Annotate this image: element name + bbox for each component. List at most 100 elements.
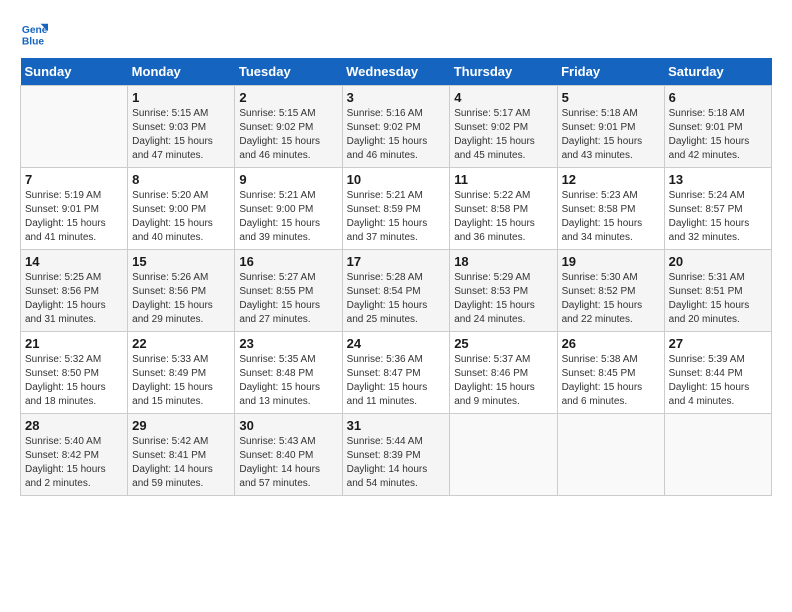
calendar-cell: 4 Sunrise: 5:17 AM Sunset: 9:02 PM Daylig… bbox=[450, 86, 557, 168]
calendar-cell: 1Sunrise: 5:15 AM Sunset: 9:03 PM Daylig… bbox=[128, 86, 235, 168]
calendar-cell bbox=[450, 414, 557, 496]
weekday-header-thursday: Thursday bbox=[450, 58, 557, 86]
calendar-cell: 8 Sunrise: 5:20 AM Sunset: 9:00 PM Daylig… bbox=[128, 168, 235, 250]
calendar-cell: 25Sunrise: 5:37 AM Sunset: 8:46 PM Dayli… bbox=[450, 332, 557, 414]
day-number: 13 bbox=[669, 172, 767, 187]
calendar-cell: 24Sunrise: 5:36 AM Sunset: 8:47 PM Dayli… bbox=[342, 332, 450, 414]
day-info: Sunrise: 5:43 AM Sunset: 8:40 PM Dayligh… bbox=[239, 435, 337, 491]
calendar-table: SundayMondayTuesdayWednesdayThursdayFrid… bbox=[20, 58, 772, 496]
day-number: 11 bbox=[454, 172, 552, 187]
day-info: Sunrise: 5:15 AM Sunset: 9:02 PM Dayligh… bbox=[239, 107, 337, 163]
calendar-cell: 23Sunrise: 5:35 AM Sunset: 8:48 PM Dayli… bbox=[235, 332, 342, 414]
day-number: 7 bbox=[25, 172, 123, 187]
calendar-cell: 22 Sunrise: 5:33 AM Sunset: 8:49 PM Dayli… bbox=[128, 332, 235, 414]
calendar-cell: 7Sunrise: 5:19 AM Sunset: 9:01 PM Daylig… bbox=[21, 168, 128, 250]
day-info: Sunrise: 5:35 AM Sunset: 8:48 PM Dayligh… bbox=[239, 353, 337, 409]
header: General Blue bbox=[20, 20, 772, 48]
day-info: Sunrise: 5:21 AM Sunset: 9:00 PM Dayligh… bbox=[239, 189, 337, 245]
svg-text:Blue: Blue bbox=[22, 36, 45, 47]
day-number: 17 bbox=[347, 254, 446, 269]
day-number: 18 bbox=[454, 254, 552, 269]
weekday-header-sunday: Sunday bbox=[21, 58, 128, 86]
day-number: 22 bbox=[132, 336, 230, 351]
calendar-cell: 18 Sunrise: 5:29 AM Sunset: 8:53 PM Dayli… bbox=[450, 250, 557, 332]
calendar-cell: 27 Sunrise: 5:39 AM Sunset: 8:44 PM Dayli… bbox=[664, 332, 771, 414]
day-info: Sunrise: 5:39 AM Sunset: 8:44 PM Dayligh… bbox=[669, 353, 767, 409]
day-number: 20 bbox=[669, 254, 767, 269]
day-info: Sunrise: 5:22 AM Sunset: 8:58 PM Dayligh… bbox=[454, 189, 552, 245]
calendar-cell bbox=[664, 414, 771, 496]
day-info: Sunrise: 5:28 AM Sunset: 8:54 PM Dayligh… bbox=[347, 271, 446, 327]
weekday-header-tuesday: Tuesday bbox=[235, 58, 342, 86]
calendar-week-row: 14 Sunrise: 5:25 AM Sunset: 8:56 PM Dayli… bbox=[21, 250, 772, 332]
calendar-cell: 10 Sunrise: 5:21 AM Sunset: 8:59 PM Dayli… bbox=[342, 168, 450, 250]
day-number: 3 bbox=[347, 90, 446, 105]
day-number: 10 bbox=[347, 172, 446, 187]
day-number: 29 bbox=[132, 418, 230, 433]
calendar-cell: 5 Sunrise: 5:18 AM Sunset: 9:01 PM Daylig… bbox=[557, 86, 664, 168]
day-number: 15 bbox=[132, 254, 230, 269]
day-info: Sunrise: 5:33 AM Sunset: 8:49 PM Dayligh… bbox=[132, 353, 230, 409]
day-info: Sunrise: 5:44 AM Sunset: 8:39 PM Dayligh… bbox=[347, 435, 446, 491]
day-number: 12 bbox=[562, 172, 660, 187]
calendar-cell: 12 Sunrise: 5:23 AM Sunset: 8:58 PM Dayli… bbox=[557, 168, 664, 250]
calendar-cell: 17 Sunrise: 5:28 AM Sunset: 8:54 PM Dayli… bbox=[342, 250, 450, 332]
day-number: 31 bbox=[347, 418, 446, 433]
day-info: Sunrise: 5:25 AM Sunset: 8:56 PM Dayligh… bbox=[25, 271, 123, 327]
day-info: Sunrise: 5:17 AM Sunset: 9:02 PM Dayligh… bbox=[454, 107, 552, 163]
calendar-week-row: 1Sunrise: 5:15 AM Sunset: 9:03 PM Daylig… bbox=[21, 86, 772, 168]
day-info: Sunrise: 5:16 AM Sunset: 9:02 PM Dayligh… bbox=[347, 107, 446, 163]
day-info: Sunrise: 5:26 AM Sunset: 8:56 PM Dayligh… bbox=[132, 271, 230, 327]
calendar-week-row: 28 Sunrise: 5:40 AM Sunset: 8:42 PM Dayli… bbox=[21, 414, 772, 496]
calendar-cell: 2 Sunrise: 5:15 AM Sunset: 9:02 PM Daylig… bbox=[235, 86, 342, 168]
day-info: Sunrise: 5:15 AM Sunset: 9:03 PM Dayligh… bbox=[132, 107, 230, 163]
day-info: Sunrise: 5:30 AM Sunset: 8:52 PM Dayligh… bbox=[562, 271, 660, 327]
calendar-cell: 3 Sunrise: 5:16 AM Sunset: 9:02 PM Daylig… bbox=[342, 86, 450, 168]
calendar-cell: 16 Sunrise: 5:27 AM Sunset: 8:55 PM Dayli… bbox=[235, 250, 342, 332]
day-info: Sunrise: 5:32 AM Sunset: 8:50 PM Dayligh… bbox=[25, 353, 123, 409]
day-number: 24 bbox=[347, 336, 446, 351]
weekday-header-friday: Friday bbox=[557, 58, 664, 86]
calendar-header-row: SundayMondayTuesdayWednesdayThursdayFrid… bbox=[21, 58, 772, 86]
logo: General Blue bbox=[20, 20, 52, 48]
day-number: 14 bbox=[25, 254, 123, 269]
weekday-header-wednesday: Wednesday bbox=[342, 58, 450, 86]
day-number: 28 bbox=[25, 418, 123, 433]
day-number: 6 bbox=[669, 90, 767, 105]
calendar-cell: 14 Sunrise: 5:25 AM Sunset: 8:56 PM Dayli… bbox=[21, 250, 128, 332]
day-info: Sunrise: 5:37 AM Sunset: 8:46 PM Dayligh… bbox=[454, 353, 552, 409]
calendar-cell: 15 Sunrise: 5:26 AM Sunset: 8:56 PM Dayli… bbox=[128, 250, 235, 332]
day-info: Sunrise: 5:29 AM Sunset: 8:53 PM Dayligh… bbox=[454, 271, 552, 327]
day-info: Sunrise: 5:18 AM Sunset: 9:01 PM Dayligh… bbox=[562, 107, 660, 163]
day-info: Sunrise: 5:38 AM Sunset: 8:45 PM Dayligh… bbox=[562, 353, 660, 409]
day-info: Sunrise: 5:20 AM Sunset: 9:00 PM Dayligh… bbox=[132, 189, 230, 245]
calendar-week-row: 7Sunrise: 5:19 AM Sunset: 9:01 PM Daylig… bbox=[21, 168, 772, 250]
calendar-cell: 28 Sunrise: 5:40 AM Sunset: 8:42 PM Dayli… bbox=[21, 414, 128, 496]
calendar-cell: 9 Sunrise: 5:21 AM Sunset: 9:00 PM Daylig… bbox=[235, 168, 342, 250]
calendar-cell: 20Sunrise: 5:31 AM Sunset: 8:51 PM Dayli… bbox=[664, 250, 771, 332]
day-number: 27 bbox=[669, 336, 767, 351]
day-number: 19 bbox=[562, 254, 660, 269]
calendar-cell: 26 Sunrise: 5:38 AM Sunset: 8:45 PM Dayli… bbox=[557, 332, 664, 414]
day-number: 8 bbox=[132, 172, 230, 187]
calendar-cell bbox=[21, 86, 128, 168]
calendar-cell: 30 Sunrise: 5:43 AM Sunset: 8:40 PM Dayli… bbox=[235, 414, 342, 496]
day-number: 30 bbox=[239, 418, 337, 433]
day-number: 2 bbox=[239, 90, 337, 105]
day-number: 5 bbox=[562, 90, 660, 105]
weekday-header-monday: Monday bbox=[128, 58, 235, 86]
day-info: Sunrise: 5:23 AM Sunset: 8:58 PM Dayligh… bbox=[562, 189, 660, 245]
day-number: 9 bbox=[239, 172, 337, 187]
calendar-cell: 13 Sunrise: 5:24 AM Sunset: 8:57 PM Dayli… bbox=[664, 168, 771, 250]
day-info: Sunrise: 5:40 AM Sunset: 8:42 PM Dayligh… bbox=[25, 435, 123, 491]
day-number: 16 bbox=[239, 254, 337, 269]
day-number: 4 bbox=[454, 90, 552, 105]
calendar-cell: 29Sunrise: 5:42 AM Sunset: 8:41 PM Dayli… bbox=[128, 414, 235, 496]
calendar-cell: 6Sunrise: 5:18 AM Sunset: 9:01 PM Daylig… bbox=[664, 86, 771, 168]
logo-icon: General Blue bbox=[20, 20, 48, 48]
day-info: Sunrise: 5:21 AM Sunset: 8:59 PM Dayligh… bbox=[347, 189, 446, 245]
day-number: 26 bbox=[562, 336, 660, 351]
calendar-cell: 21Sunrise: 5:32 AM Sunset: 8:50 PM Dayli… bbox=[21, 332, 128, 414]
day-info: Sunrise: 5:27 AM Sunset: 8:55 PM Dayligh… bbox=[239, 271, 337, 327]
day-info: Sunrise: 5:24 AM Sunset: 8:57 PM Dayligh… bbox=[669, 189, 767, 245]
